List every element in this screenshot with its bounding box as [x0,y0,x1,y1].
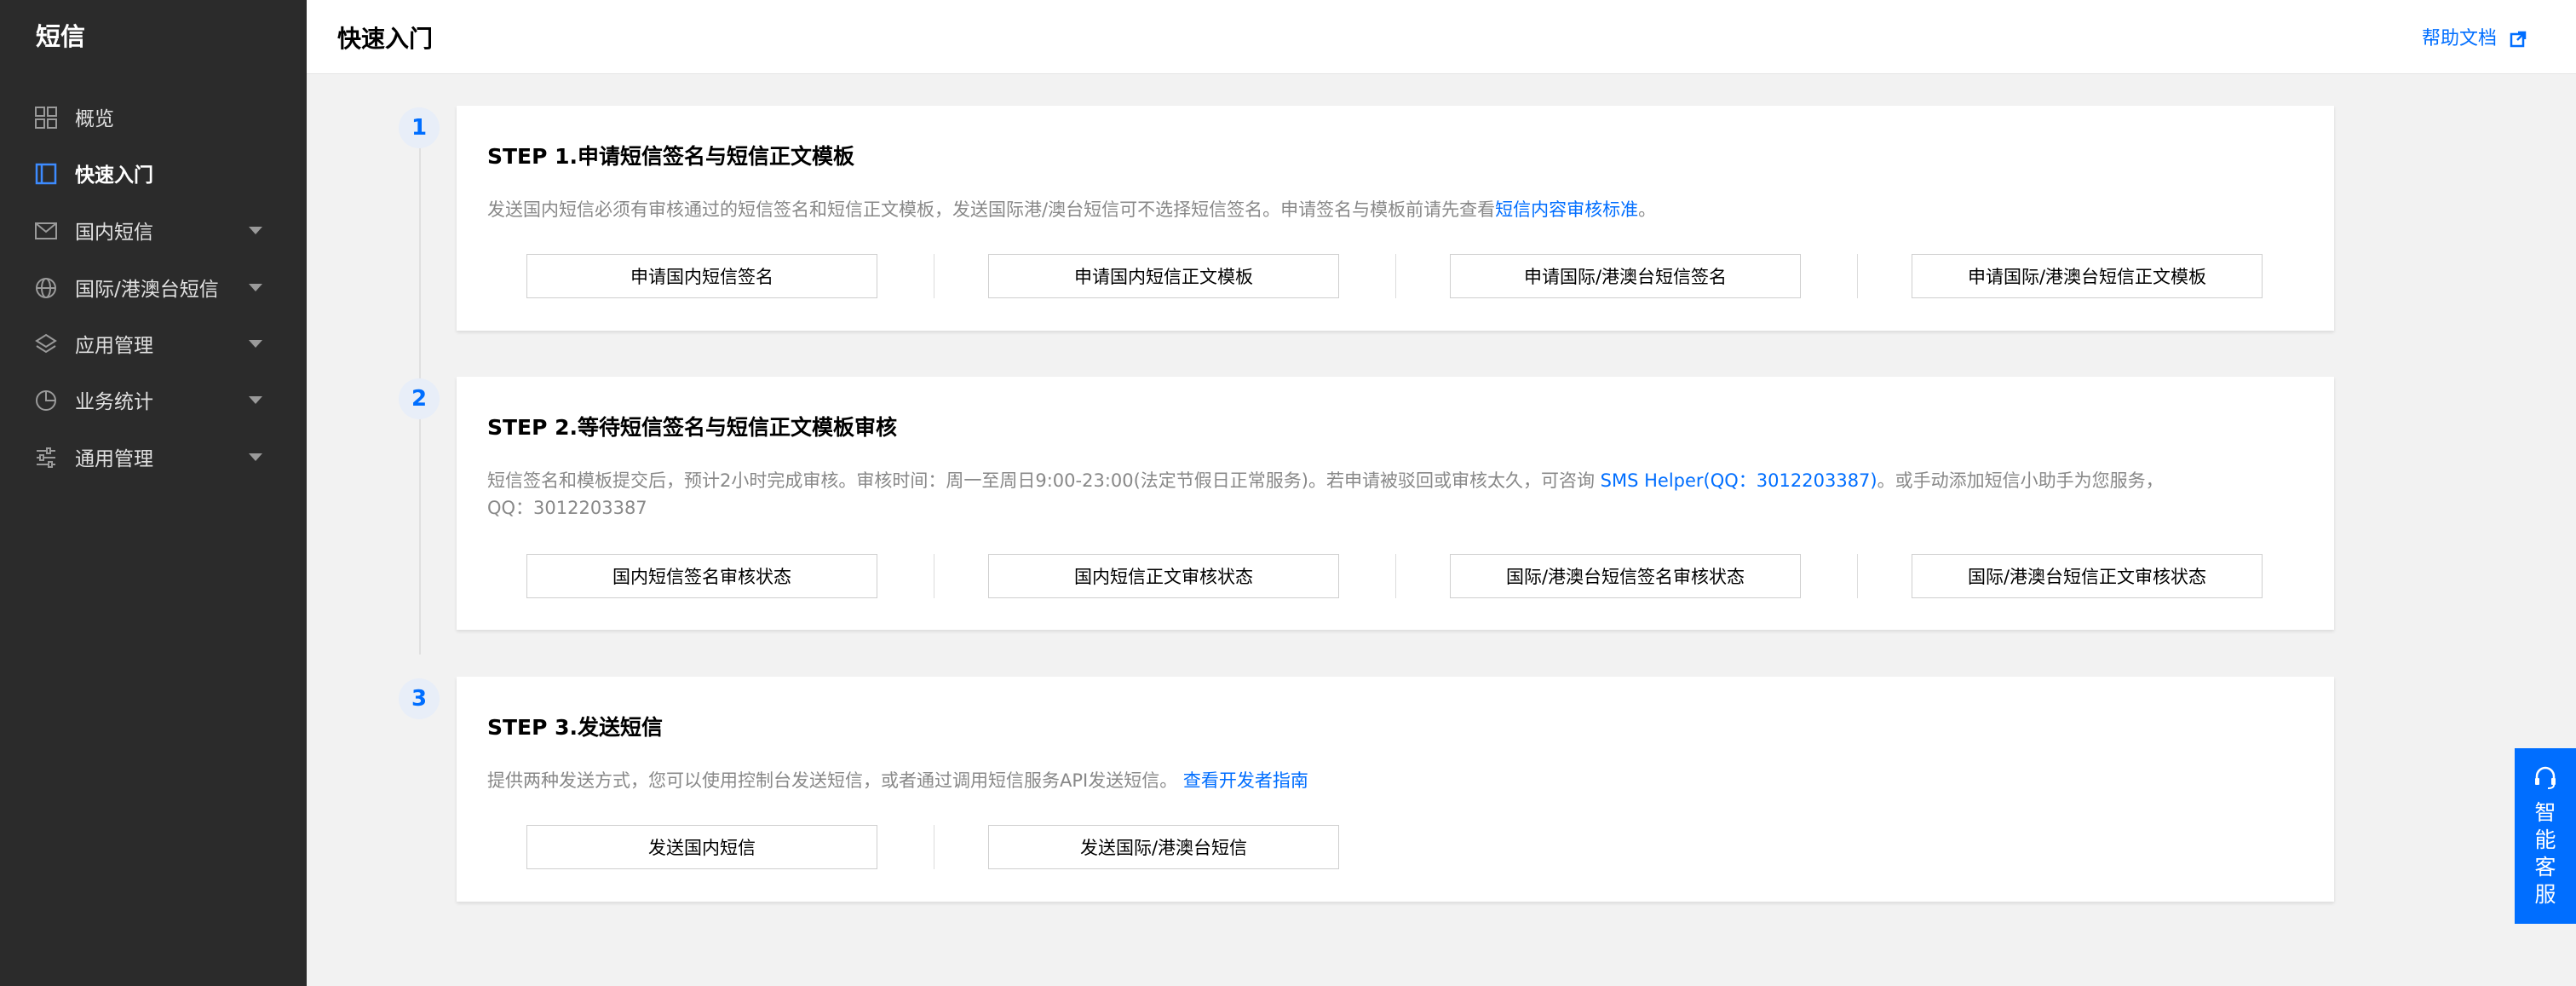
sidebar-item-label: 国际/港澳台短信 [75,279,219,301]
sidebar: 短信 概览 快速入门 国内短信 国际/港澳台短信 应用管理 业务统计 通用管理 [0,0,307,986]
grid-icon [35,107,57,129]
sidebar-item-label: 概览 [75,108,114,130]
step-card-2: STEP 2.等待短信签名与短信正文模板审核 短信签名和模板提交后，预计2小时完… [457,377,2334,630]
domestic-signature-status-button[interactable]: 国内短信签名审核状态 [526,554,877,598]
international-template-status-button[interactable]: 国际/港澳台短信正文审核状态 [1912,554,2263,598]
help-docs-link[interactable]: 帮助文档 [2422,23,2527,50]
smart-service-label: 智能客服 [2534,800,2556,907]
headset-icon [2535,766,2556,789]
step-title: STEP 2.等待短信签名与短信正文模板审核 [487,415,898,440]
page-title: 快速入门 [337,25,434,53]
sidebar-item-quickstart[interactable]: 快速入门 [0,145,307,201]
step-number-1: 1 [399,107,440,148]
smart-service-button[interactable]: 智能客服 [2515,748,2576,924]
step-card-1: STEP 1.申请短信签名与短信正文模板 发送国内短信必须有审核通过的短信签名和… [457,106,2334,331]
sidebar-title: 短信 [36,22,86,51]
step-number-2: 2 [399,378,440,419]
sidebar-item-label: 业务统计 [75,391,153,413]
step-card-3: STEP 3.发送短信 提供两种发送方式，您可以使用控制台发送短信，或者通过调用… [457,677,2334,902]
sidebar-item-label: 国内短信 [75,222,153,244]
help-docs-label: 帮助文档 [2421,28,2497,49]
divider [1857,554,1858,598]
step-title: STEP 3.发送短信 [487,715,664,740]
divider [1395,254,1396,298]
apply-international-signature-button[interactable]: 申请国际/港澳台短信签名 [1450,254,1801,298]
step-description: 提供两种发送方式，您可以使用控制台发送短信，或者通过调用短信服务API发送短信。… [487,767,2206,794]
chevron-down-icon [249,396,262,404]
step-title: STEP 1.申请短信签名与短信正文模板 [487,144,855,169]
domestic-template-status-button[interactable]: 国内短信正文审核状态 [988,554,1339,598]
mail-icon [35,222,57,239]
sidebar-item-label: 快速入门 [75,164,153,187]
sidebar-item-overview[interactable]: 概览 [0,89,307,145]
chevron-down-icon [249,227,262,234]
layers-icon [35,333,57,354]
pie-chart-icon [36,390,56,411]
chevron-down-icon [249,340,262,348]
send-international-sms-button[interactable]: 发送国际/港澳台短信 [988,825,1339,869]
send-domestic-sms-button[interactable]: 发送国内短信 [526,825,877,869]
page-header: 快速入门 帮助文档 [307,0,2576,74]
international-signature-status-button[interactable]: 国际/港澳台短信签名审核状态 [1450,554,1801,598]
sidebar-item-statistics[interactable]: 业务统计 [0,372,307,428]
step-description: 短信签名和模板提交后，预计2小时完成审核。审核时间：周一至周日9:00-23:0… [487,467,2206,522]
sidebar-item-general-management[interactable]: 通用管理 [0,429,307,485]
apply-domestic-template-button[interactable]: 申请国内短信正文模板 [988,254,1339,298]
sidebar-item-label: 应用管理 [75,335,153,357]
step-description: 发送国内短信必须有审核通过的短信签名和短信正文模板，发送国际港/澳台短信可不选择… [487,196,2206,223]
book-icon [35,163,57,185]
sidebar-item-domestic-sms[interactable]: 国内短信 [0,202,307,258]
divider [1857,254,1858,298]
apply-domestic-signature-button[interactable]: 申请国内短信签名 [526,254,877,298]
developer-guide-link[interactable]: 查看开发者指南 [1183,770,1308,791]
description-tail: 。 [1638,199,1657,220]
chevron-down-icon [249,453,262,461]
sidebar-item-app-management[interactable]: 应用管理 [0,315,307,372]
globe-icon [36,278,56,298]
sidebar-item-label: 通用管理 [75,448,153,470]
divider [1395,554,1396,598]
description-text: 短信签名和模板提交后，预计2小时完成审核。审核时间：周一至周日9:00-23:0… [487,470,1601,491]
chevron-down-icon [249,284,262,291]
apply-international-template-button[interactable]: 申请国际/港澳台短信正文模板 [1912,254,2263,298]
description-text: 发送国内短信必须有审核通过的短信签名和短信正文模板，发送国际港/澳台短信可不选择… [487,199,1496,220]
step-number-3: 3 [399,678,440,719]
sms-helper-link[interactable]: SMS Helper(QQ：3012203387) [1601,470,1877,491]
description-text: 提供两种发送方式，您可以使用控制台发送短信，或者通过调用短信服务API发送短信。 [487,770,1183,791]
sliders-icon [37,447,55,468]
sidebar-item-international-sms[interactable]: 国际/港澳台短信 [0,259,307,315]
external-link-icon [2510,31,2527,48]
content-review-standard-link[interactable]: 短信内容审核标准 [1495,199,1638,220]
